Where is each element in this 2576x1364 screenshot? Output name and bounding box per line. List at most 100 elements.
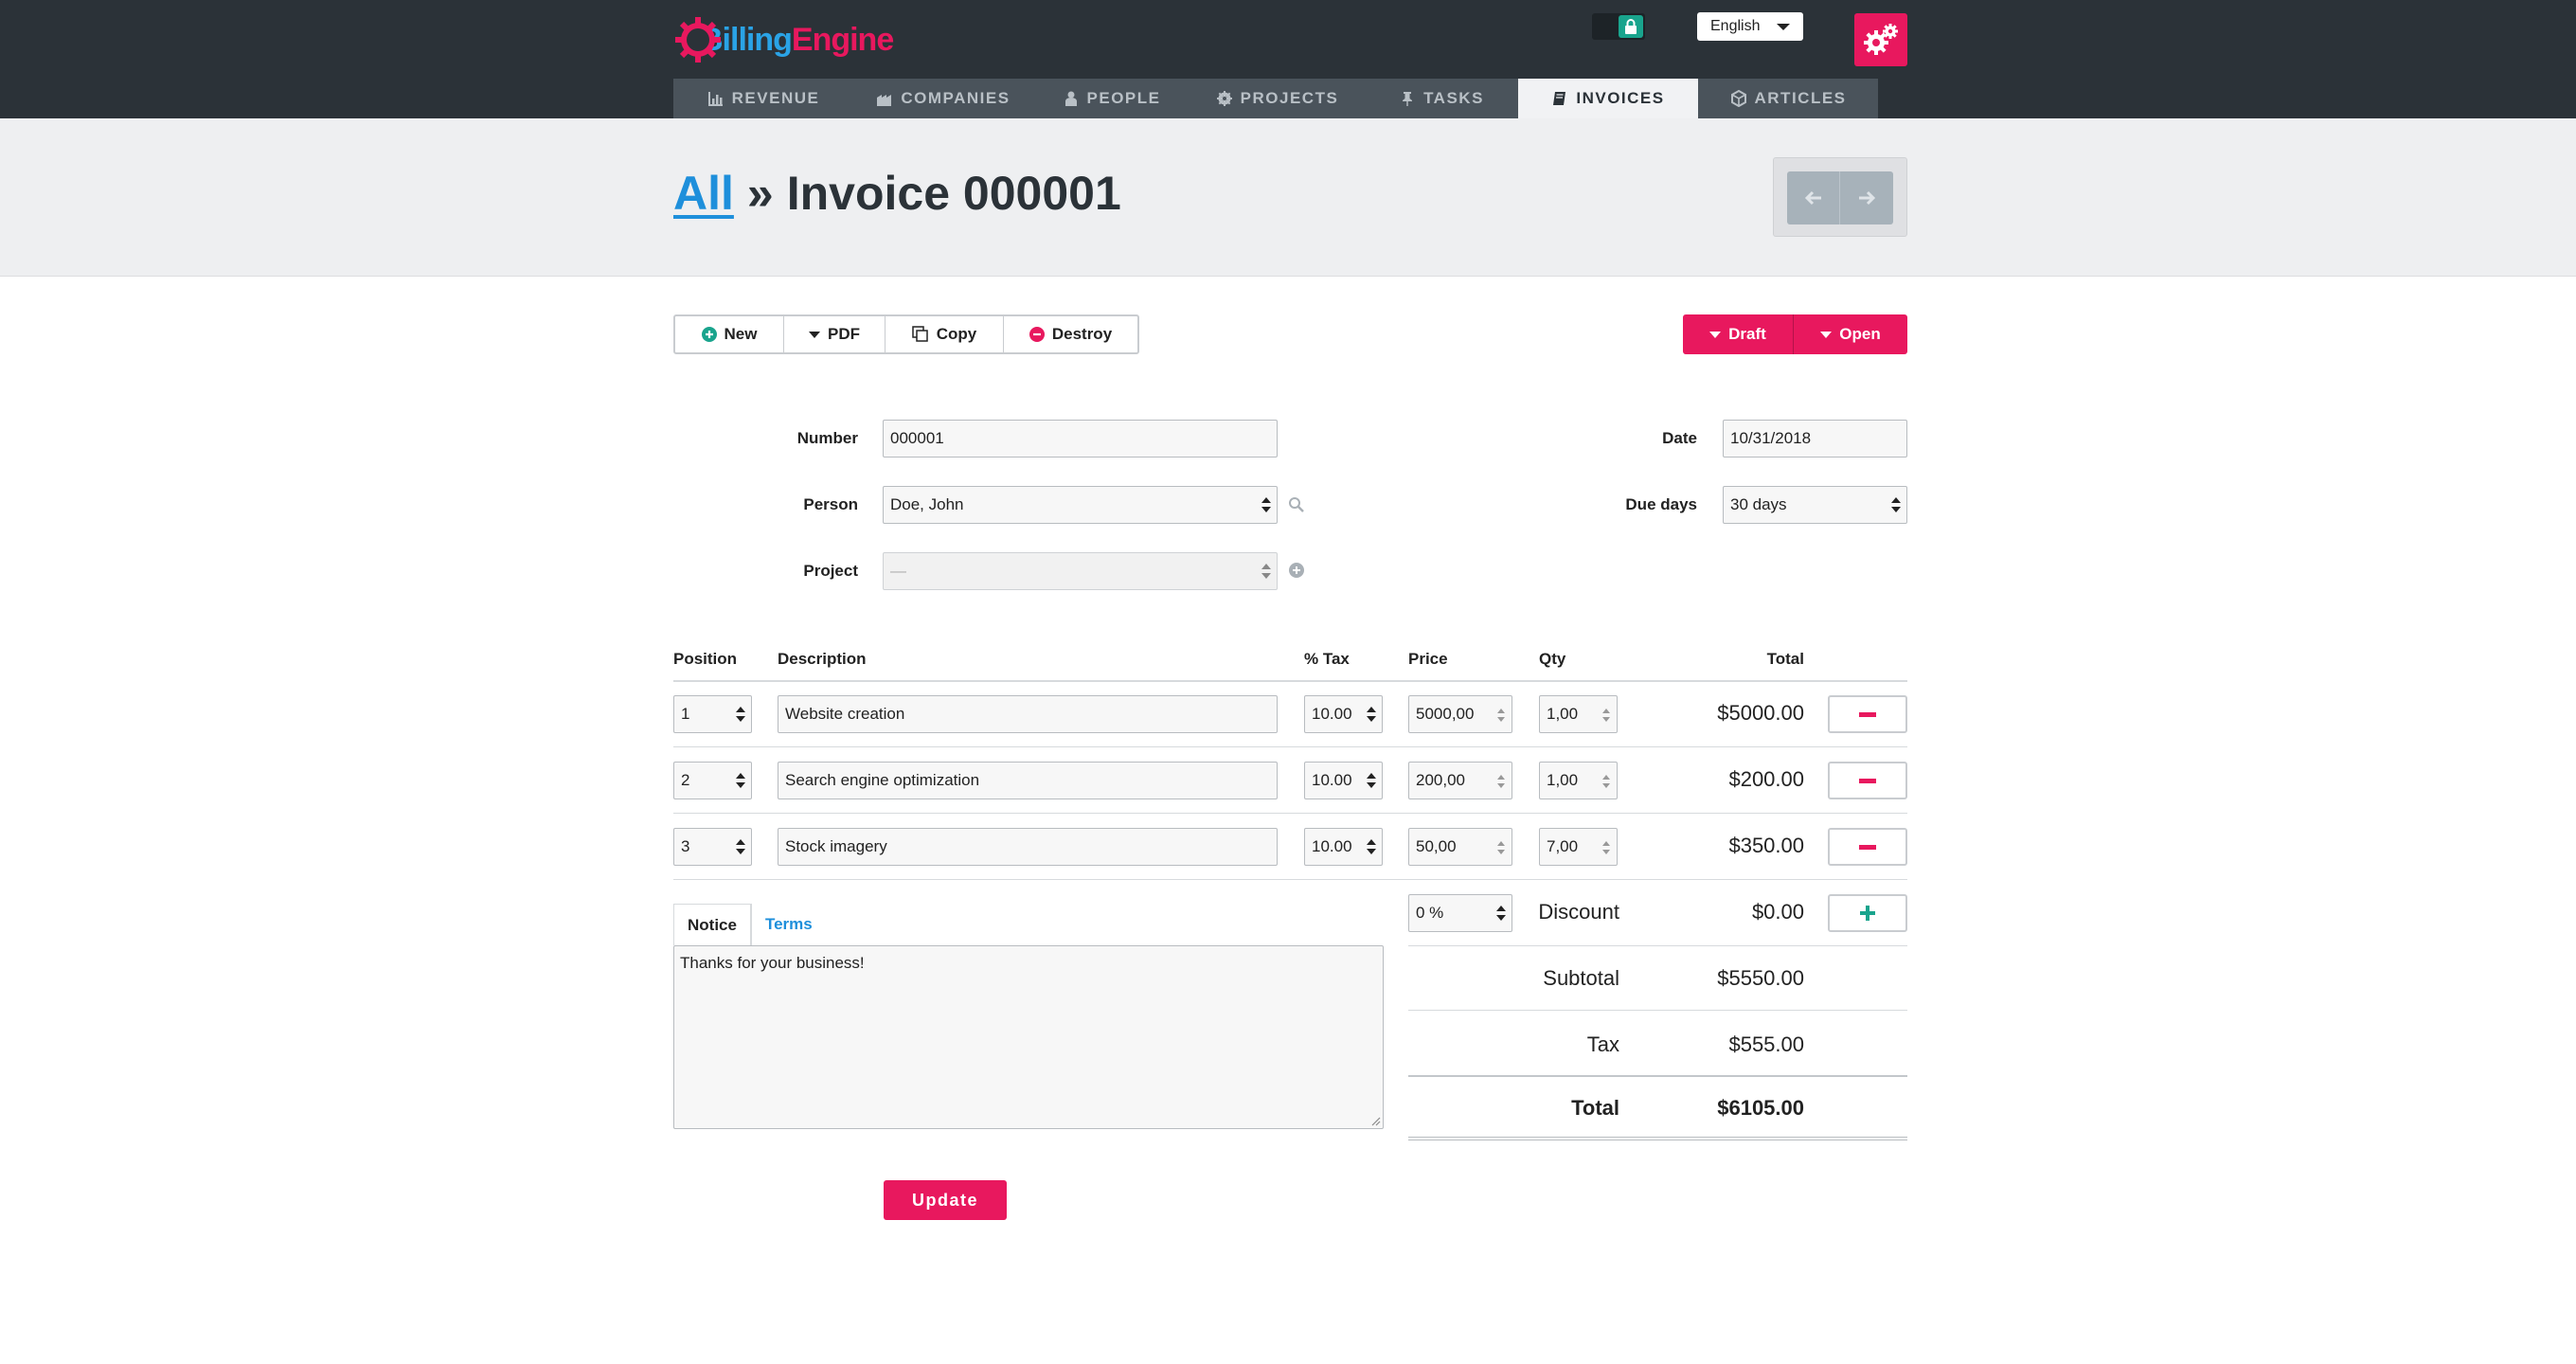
lock-toggle[interactable] bbox=[1592, 13, 1645, 40]
person-select-value: Doe, John bbox=[890, 495, 964, 513]
page-title: Invoice 000001 bbox=[786, 167, 1121, 220]
breadcrumb-all-link[interactable]: All bbox=[673, 166, 734, 221]
description-input[interactable]: Website creation bbox=[778, 695, 1278, 733]
book-icon bbox=[1553, 92, 1566, 105]
spinner-icon bbox=[1497, 840, 1505, 855]
description-value: Website creation bbox=[785, 705, 905, 723]
column-header-description: Description bbox=[778, 650, 867, 668]
tab-invoices[interactable]: INVOICES bbox=[1518, 79, 1698, 118]
discount-value: $0.00 bbox=[1751, 900, 1804, 924]
description-input[interactable]: Search engine optimization bbox=[778, 762, 1278, 799]
position-select[interactable]: 1 bbox=[673, 695, 752, 733]
project-select[interactable]: — bbox=[883, 552, 1278, 590]
select-arrows-icon bbox=[1367, 771, 1376, 790]
tab-tasks-label: TASKS bbox=[1423, 89, 1484, 107]
new-button[interactable]: New bbox=[675, 316, 784, 352]
price-input[interactable]: 5000,00 bbox=[1408, 695, 1512, 733]
tab-companies-label: COMPANIES bbox=[901, 89, 1011, 107]
price-input[interactable]: 50,00 bbox=[1408, 828, 1512, 866]
tab-articles-label: ARTICLES bbox=[1754, 89, 1847, 107]
tax-value: 10.00 bbox=[1312, 837, 1352, 855]
caret-down-icon bbox=[1709, 331, 1722, 338]
position-select[interactable]: 2 bbox=[673, 762, 752, 799]
tab-people-label: PEOPLE bbox=[1086, 89, 1161, 107]
position-select[interactable]: 3 bbox=[673, 828, 752, 866]
date-field[interactable]: 10/31/2018 bbox=[1723, 420, 1907, 458]
tab-projects-label: PROJECTS bbox=[1240, 89, 1339, 107]
number-field-value: 000001 bbox=[890, 429, 944, 447]
add-row-button[interactable] bbox=[1828, 894, 1907, 932]
row-total: $350.00 bbox=[1728, 834, 1804, 857]
tax-select[interactable]: 10.00 bbox=[1304, 695, 1383, 733]
row-total: $200.00 bbox=[1728, 767, 1804, 791]
column-header-position: Position bbox=[673, 650, 738, 668]
spinner-icon bbox=[1497, 708, 1505, 723]
notice-textarea[interactable]: Thanks for your business! bbox=[673, 945, 1384, 1129]
next-button[interactable] bbox=[1840, 171, 1893, 224]
summary-divider bbox=[1408, 1010, 1907, 1011]
brand-logo[interactable]: BillingEngine bbox=[673, 13, 894, 66]
row-divider bbox=[673, 746, 1907, 747]
tab-articles[interactable]: ARTICLES bbox=[1698, 79, 1878, 118]
minus-icon bbox=[1859, 844, 1876, 850]
previous-button[interactable] bbox=[1787, 171, 1840, 224]
qty-input[interactable]: 1,00 bbox=[1539, 695, 1618, 733]
pin-icon bbox=[1403, 92, 1413, 106]
date-field-value: 10/31/2018 bbox=[1730, 429, 1812, 447]
pdf-button-label: PDF bbox=[828, 325, 860, 343]
tab-notice[interactable]: Notice bbox=[673, 904, 751, 945]
person-select[interactable]: Doe, John bbox=[883, 486, 1278, 524]
settings-button[interactable] bbox=[1854, 13, 1907, 66]
qty-input[interactable]: 7,00 bbox=[1539, 828, 1618, 866]
price-input[interactable]: 200,00 bbox=[1408, 762, 1512, 799]
building-icon bbox=[877, 95, 892, 106]
column-header-tax: % Tax bbox=[1304, 650, 1350, 668]
copy-button[interactable]: Copy bbox=[886, 316, 1004, 352]
remove-row-button[interactable] bbox=[1828, 828, 1907, 866]
qty-input[interactable]: 1,00 bbox=[1539, 762, 1618, 799]
select-arrows-icon bbox=[736, 771, 745, 790]
tab-terms[interactable]: Terms bbox=[750, 904, 826, 945]
language-select[interactable]: English bbox=[1697, 12, 1803, 41]
gear-logo-icon bbox=[675, 17, 721, 63]
add-project-icon[interactable] bbox=[1288, 562, 1305, 579]
description-value: Search engine optimization bbox=[785, 771, 980, 789]
discount-label: Discount bbox=[1538, 900, 1619, 924]
number-label: Number bbox=[796, 429, 858, 447]
due-days-label: Due days bbox=[1625, 495, 1697, 513]
draft-button-label: Draft bbox=[1728, 325, 1766, 343]
remove-row-button[interactable] bbox=[1828, 762, 1907, 799]
draft-button[interactable]: Draft bbox=[1683, 314, 1794, 354]
cube-icon bbox=[1730, 90, 1746, 107]
description-input[interactable]: Stock imagery bbox=[778, 828, 1278, 866]
page-header bbox=[0, 118, 2576, 277]
caret-down-icon bbox=[809, 331, 820, 338]
tab-tasks[interactable]: TASKS bbox=[1365, 79, 1518, 118]
tab-people[interactable]: PEOPLE bbox=[1033, 79, 1190, 118]
number-field[interactable]: 000001 bbox=[883, 420, 1278, 458]
row-divider bbox=[673, 813, 1907, 814]
tab-revenue[interactable]: REVENUE bbox=[673, 79, 853, 118]
row-divider bbox=[673, 879, 1907, 880]
lock-icon bbox=[1619, 15, 1643, 38]
tax-select[interactable]: 10.00 bbox=[1304, 828, 1383, 866]
language-select-value: English bbox=[1710, 18, 1761, 34]
search-icon[interactable] bbox=[1288, 496, 1305, 513]
resize-handle-icon[interactable] bbox=[1369, 1115, 1381, 1126]
qty-value: 1,00 bbox=[1547, 705, 1579, 723]
open-button[interactable]: Open bbox=[1794, 314, 1907, 354]
tax-select[interactable]: 10.00 bbox=[1304, 762, 1383, 799]
pdf-button[interactable]: PDF bbox=[784, 316, 886, 352]
due-days-select[interactable]: 30 days bbox=[1723, 486, 1907, 524]
plus-icon bbox=[1860, 906, 1875, 921]
destroy-button[interactable]: Destroy bbox=[1004, 316, 1137, 352]
price-value: 5000,00 bbox=[1416, 705, 1475, 723]
update-button[interactable]: Update bbox=[884, 1180, 1007, 1220]
select-arrows-icon bbox=[1367, 837, 1376, 856]
column-header-price: Price bbox=[1408, 650, 1448, 668]
remove-row-button[interactable] bbox=[1828, 695, 1907, 733]
tab-companies[interactable]: COMPANIES bbox=[853, 79, 1033, 118]
brand-name: BillingEngine bbox=[700, 21, 894, 58]
tab-projects[interactable]: PROJECTS bbox=[1190, 79, 1365, 118]
column-header-total: Total bbox=[1766, 650, 1804, 668]
